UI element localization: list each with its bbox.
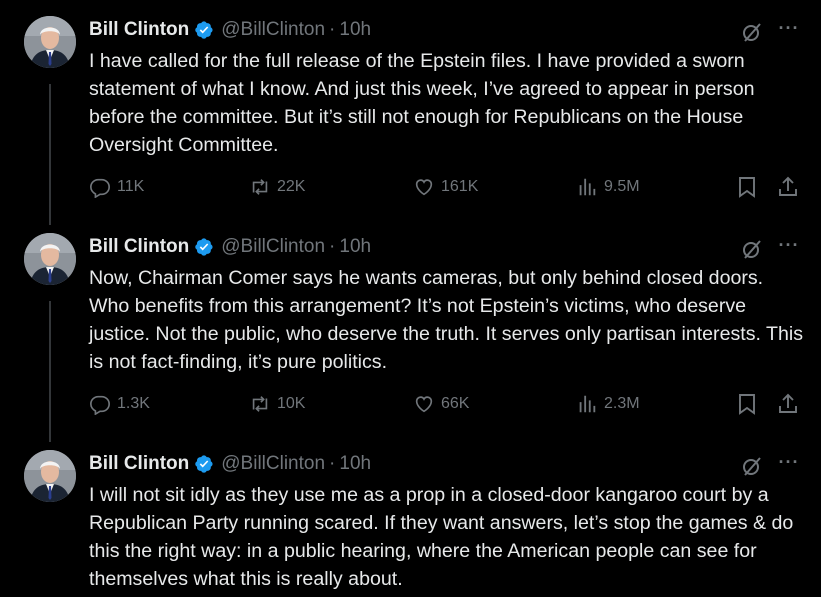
avatar[interactable] — [24, 16, 76, 68]
views-icon — [579, 178, 596, 196]
verified-badge-icon[interactable] — [194, 454, 214, 474]
avatar[interactable] — [24, 233, 76, 285]
reply-icon — [90, 178, 110, 198]
tweet-header: Bill Clinton @BillClinton · 10h — [89, 452, 371, 476]
verified-badge-icon[interactable] — [194, 20, 214, 40]
separator-dot: · — [329, 236, 336, 257]
views-count: 9.5M — [604, 178, 640, 195]
grok-icon[interactable] — [740, 454, 764, 478]
like-button[interactable]: 66K — [413, 391, 469, 417]
tweet[interactable]: Bill Clinton @BillClinton · 10h ··· Now,… — [0, 233, 821, 433]
tweet-timestamp[interactable]: 10h — [339, 453, 371, 475]
avatar-image — [24, 16, 76, 68]
repost-button[interactable]: 22K — [249, 174, 305, 200]
repost-count: 22K — [277, 178, 306, 195]
tweet[interactable]: Bill Clinton @BillClinton · 10h ··· I wi… — [0, 450, 821, 597]
tweet-header: Bill Clinton @BillClinton · 10h — [89, 235, 371, 259]
more-icon[interactable]: ··· — [776, 235, 802, 259]
views-button[interactable]: 9.5M — [576, 174, 640, 200]
author-handle[interactable]: @BillClinton — [221, 19, 325, 41]
bookmark-icon — [739, 394, 755, 415]
like-icon — [415, 396, 433, 413]
avatar[interactable] — [24, 450, 76, 502]
author-handle[interactable]: @BillClinton — [221, 236, 325, 258]
tweet-timestamp[interactable]: 10h — [339, 236, 371, 258]
repost-count: 10K — [277, 395, 306, 412]
repost-icon — [252, 396, 268, 412]
author-handle[interactable]: @BillClinton — [221, 453, 325, 475]
author-name[interactable]: Bill Clinton — [89, 236, 189, 258]
tweet-text: Now, Chairman Comer says he wants camera… — [89, 267, 809, 373]
share-icon — [779, 393, 797, 413]
like-button[interactable]: 161K — [413, 174, 478, 200]
grok-icon[interactable] — [740, 237, 764, 261]
repost-icon — [252, 179, 268, 195]
avatar-image — [24, 450, 76, 502]
avatar-image — [24, 233, 76, 285]
author-name[interactable]: Bill Clinton — [89, 453, 189, 475]
verified-badge-icon[interactable] — [194, 237, 214, 257]
tweet-actions: 1.3K 10K 66K 2.3M — [89, 391, 804, 417]
repost-button[interactable]: 10K — [249, 391, 305, 417]
more-icon[interactable]: ··· — [776, 18, 802, 42]
tweet-header: Bill Clinton @BillClinton · 10h — [89, 18, 371, 42]
reply-count: 1.3K — [117, 395, 150, 412]
views-button[interactable]: 2.3M — [576, 391, 640, 417]
like-count: 161K — [441, 178, 479, 195]
tweet-actions: 11K 22K 161K 9.5M — [89, 174, 804, 200]
separator-dot: · — [329, 19, 336, 40]
bookmark-button[interactable] — [735, 175, 759, 199]
tweet-text: I will not sit idly as they use me as a … — [89, 484, 799, 590]
bookmark-icon — [739, 177, 755, 198]
like-icon — [415, 179, 433, 196]
views-icon — [579, 395, 596, 413]
reply-count: 11K — [117, 178, 145, 195]
views-count: 2.3M — [604, 395, 640, 412]
share-button[interactable] — [776, 392, 800, 416]
share-icon — [779, 176, 797, 196]
more-icon[interactable]: ··· — [776, 452, 802, 476]
reply-button[interactable]: 11K — [89, 174, 144, 200]
share-button[interactable] — [776, 175, 800, 199]
bookmark-button[interactable] — [735, 392, 759, 416]
reply-button[interactable]: 1.3K — [89, 391, 150, 417]
grok-icon[interactable] — [740, 20, 764, 44]
tweet-timestamp[interactable]: 10h — [339, 19, 371, 41]
separator-dot: · — [329, 453, 336, 474]
tweet-text: I have called for the full release of th… — [89, 50, 760, 156]
like-count: 66K — [441, 395, 470, 412]
tweet[interactable]: Bill Clinton @BillClinton · 10h ··· I ha… — [0, 16, 821, 216]
author-name[interactable]: Bill Clinton — [89, 19, 189, 41]
reply-icon — [90, 395, 110, 415]
